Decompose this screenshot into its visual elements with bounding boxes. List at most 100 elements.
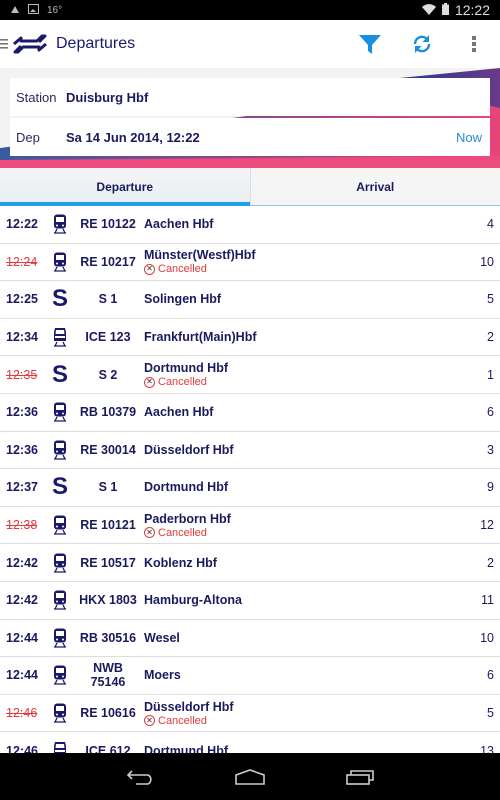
app-bar: Departures (0, 20, 500, 68)
train-icon (52, 665, 68, 686)
transport-type (46, 553, 74, 573)
ice-train-icon (52, 741, 68, 753)
destination: Aachen Hbf (144, 405, 214, 420)
departure-row[interactable]: 12:46 ICE 612 Dortmund Hbf 13 (0, 732, 500, 753)
notification-icon (10, 4, 20, 17)
recents-button[interactable] (340, 762, 380, 792)
transport-type: S (46, 360, 74, 388)
track-number: 10 (480, 630, 494, 645)
destination: Dortmund Hbf (144, 480, 229, 495)
transport-type (46, 628, 74, 648)
menu-icon[interactable] (0, 37, 8, 51)
transport-type (46, 327, 74, 347)
train-number: ICE 123 (85, 330, 131, 345)
destination: Dortmund Hbf (144, 743, 229, 753)
transport-type (46, 741, 74, 753)
destination-block: Solingen Hbf (142, 292, 454, 306)
track-number: 13 (480, 743, 494, 753)
transport-type (46, 590, 74, 610)
track-number: 4 (487, 217, 494, 232)
departure-time: 12:35 (6, 367, 38, 382)
departure-row[interactable]: 12:24 RE 10217 Münster(Westf)Hbf ✕ Cancelled… (0, 244, 500, 282)
train-icon (52, 553, 68, 573)
departure-row[interactable]: 12:34 ICE 123 Frankfurt(Main)Hbf 2 (0, 319, 500, 357)
train-icon (52, 628, 68, 648)
temperature: 16° (47, 4, 63, 16)
now-button[interactable]: Now (456, 130, 482, 145)
destination: Münster(Westf)Hbf (144, 248, 256, 263)
track-number: 11 (481, 593, 494, 608)
departure-row[interactable]: 12:35 S S 2 Dortmund Hbf ✕ Cancelled 1 (0, 356, 500, 394)
ice-train-icon (52, 327, 68, 347)
departure-row[interactable]: 12:36 RE 30014 Düsseldorf Hbf 3 (0, 432, 500, 470)
departure-time: 12:24 (6, 254, 38, 269)
track-number: 6 (487, 405, 494, 420)
departure-row[interactable]: 12:44 NWB 75146 Moers 6 (0, 657, 500, 695)
cancelled-status: ✕ Cancelled (144, 715, 454, 727)
tab-departure[interactable]: Departure (0, 168, 250, 206)
track-number: 10 (480, 254, 494, 269)
departure-time-field[interactable]: Dep Sa 14 Jun 2014, 12:22 Now (10, 118, 490, 156)
station-field[interactable]: Station Duisburg Hbf (10, 78, 490, 116)
destination-block: Moers (142, 668, 454, 682)
train-icon (52, 214, 68, 234)
destination-block: Hamburg-Altona (142, 593, 454, 607)
departure-row[interactable]: 12:38 RE 10121 Paderborn Hbf ✕ Cancelled 12 (0, 507, 500, 545)
refresh-icon (413, 35, 431, 53)
track-number: 2 (487, 555, 494, 570)
track-number: 5 (487, 706, 494, 721)
departure-row[interactable]: 12:36 RB 10379 Aachen Hbf 6 (0, 394, 500, 432)
departure-time: 12:44 (6, 668, 38, 683)
train-number: S 1 (98, 292, 118, 307)
departure-row[interactable]: 12:22 RE 10122 Aachen Hbf 4 (0, 206, 500, 244)
train-number: RB 30516 (79, 630, 137, 645)
home-icon (235, 768, 265, 785)
overflow-menu-button[interactable] (448, 20, 500, 68)
sbahn-icon: S (51, 285, 68, 313)
cancelled-status: ✕ Cancelled (144, 527, 454, 539)
cancelled-icon: ✕ (144, 263, 155, 275)
filter-button[interactable] (344, 20, 396, 68)
track-number: 2 (487, 330, 494, 345)
departure-row[interactable]: 12:42 RE 10517 Koblenz Hbf 2 (0, 544, 500, 582)
tab-arrival[interactable]: Arrival (249, 168, 500, 206)
transport-type (46, 252, 74, 272)
destination: Frankfurt(Main)Hbf (144, 330, 257, 345)
refresh-button[interactable] (396, 20, 448, 68)
destination: Koblenz Hbf (144, 555, 217, 570)
tab-bar: Departure Arrival (0, 168, 500, 206)
home-button[interactable] (230, 762, 270, 792)
clock: 12:22 (454, 2, 490, 18)
back-icon (126, 769, 152, 785)
dep-label: Dep (16, 129, 40, 145)
cancelled-label: Cancelled (158, 263, 207, 276)
image-icon (28, 3, 39, 17)
destination: Hamburg-Altona (144, 593, 242, 608)
destination-block: Dortmund Hbf ✕ Cancelled (142, 361, 454, 388)
destination-block: Wesel (142, 631, 454, 645)
destination-block: Koblenz Hbf (142, 556, 454, 570)
ns-logo-icon[interactable] (12, 34, 48, 54)
navigation-bar (0, 753, 500, 800)
departure-row[interactable]: 12:37 S S 1 Dortmund Hbf 9 (0, 469, 500, 507)
destination: Düsseldorf Hbf (144, 699, 234, 714)
departure-row[interactable]: 12:44 RB 30516 Wesel 10 (0, 620, 500, 658)
train-number: HKX 1803 (79, 593, 137, 608)
train-icon (52, 590, 68, 610)
sbahn-icon: S (51, 360, 68, 388)
departure-time: 12:37 (6, 480, 38, 495)
departure-row[interactable]: 12:42 HKX 1803 Hamburg-Altona 11 (0, 582, 500, 620)
destination: Moers (144, 668, 181, 683)
departure-time: 12:46 (6, 706, 38, 721)
departure-row[interactable]: 12:25 S S 1 Solingen Hbf 5 (0, 281, 500, 319)
destination-block: Aachen Hbf (142, 217, 454, 231)
train-number: S 1 (98, 480, 118, 495)
departure-time: 12:38 (6, 518, 38, 533)
departure-row[interactable]: 12:46 RE 10616 Düsseldorf Hbf ✕ Cancelled 5 (0, 695, 500, 733)
departures-list[interactable]: 12:22 RE 10122 Aachen Hbf 4 12:24 RE 10217 Mün… (0, 206, 500, 753)
train-icon (52, 402, 68, 422)
back-button[interactable] (120, 762, 160, 792)
destination-block: Paderborn Hbf ✕ Cancelled (142, 512, 454, 539)
train-number: RE 10121 (80, 518, 136, 533)
cancelled-status: ✕ Cancelled (144, 376, 454, 388)
